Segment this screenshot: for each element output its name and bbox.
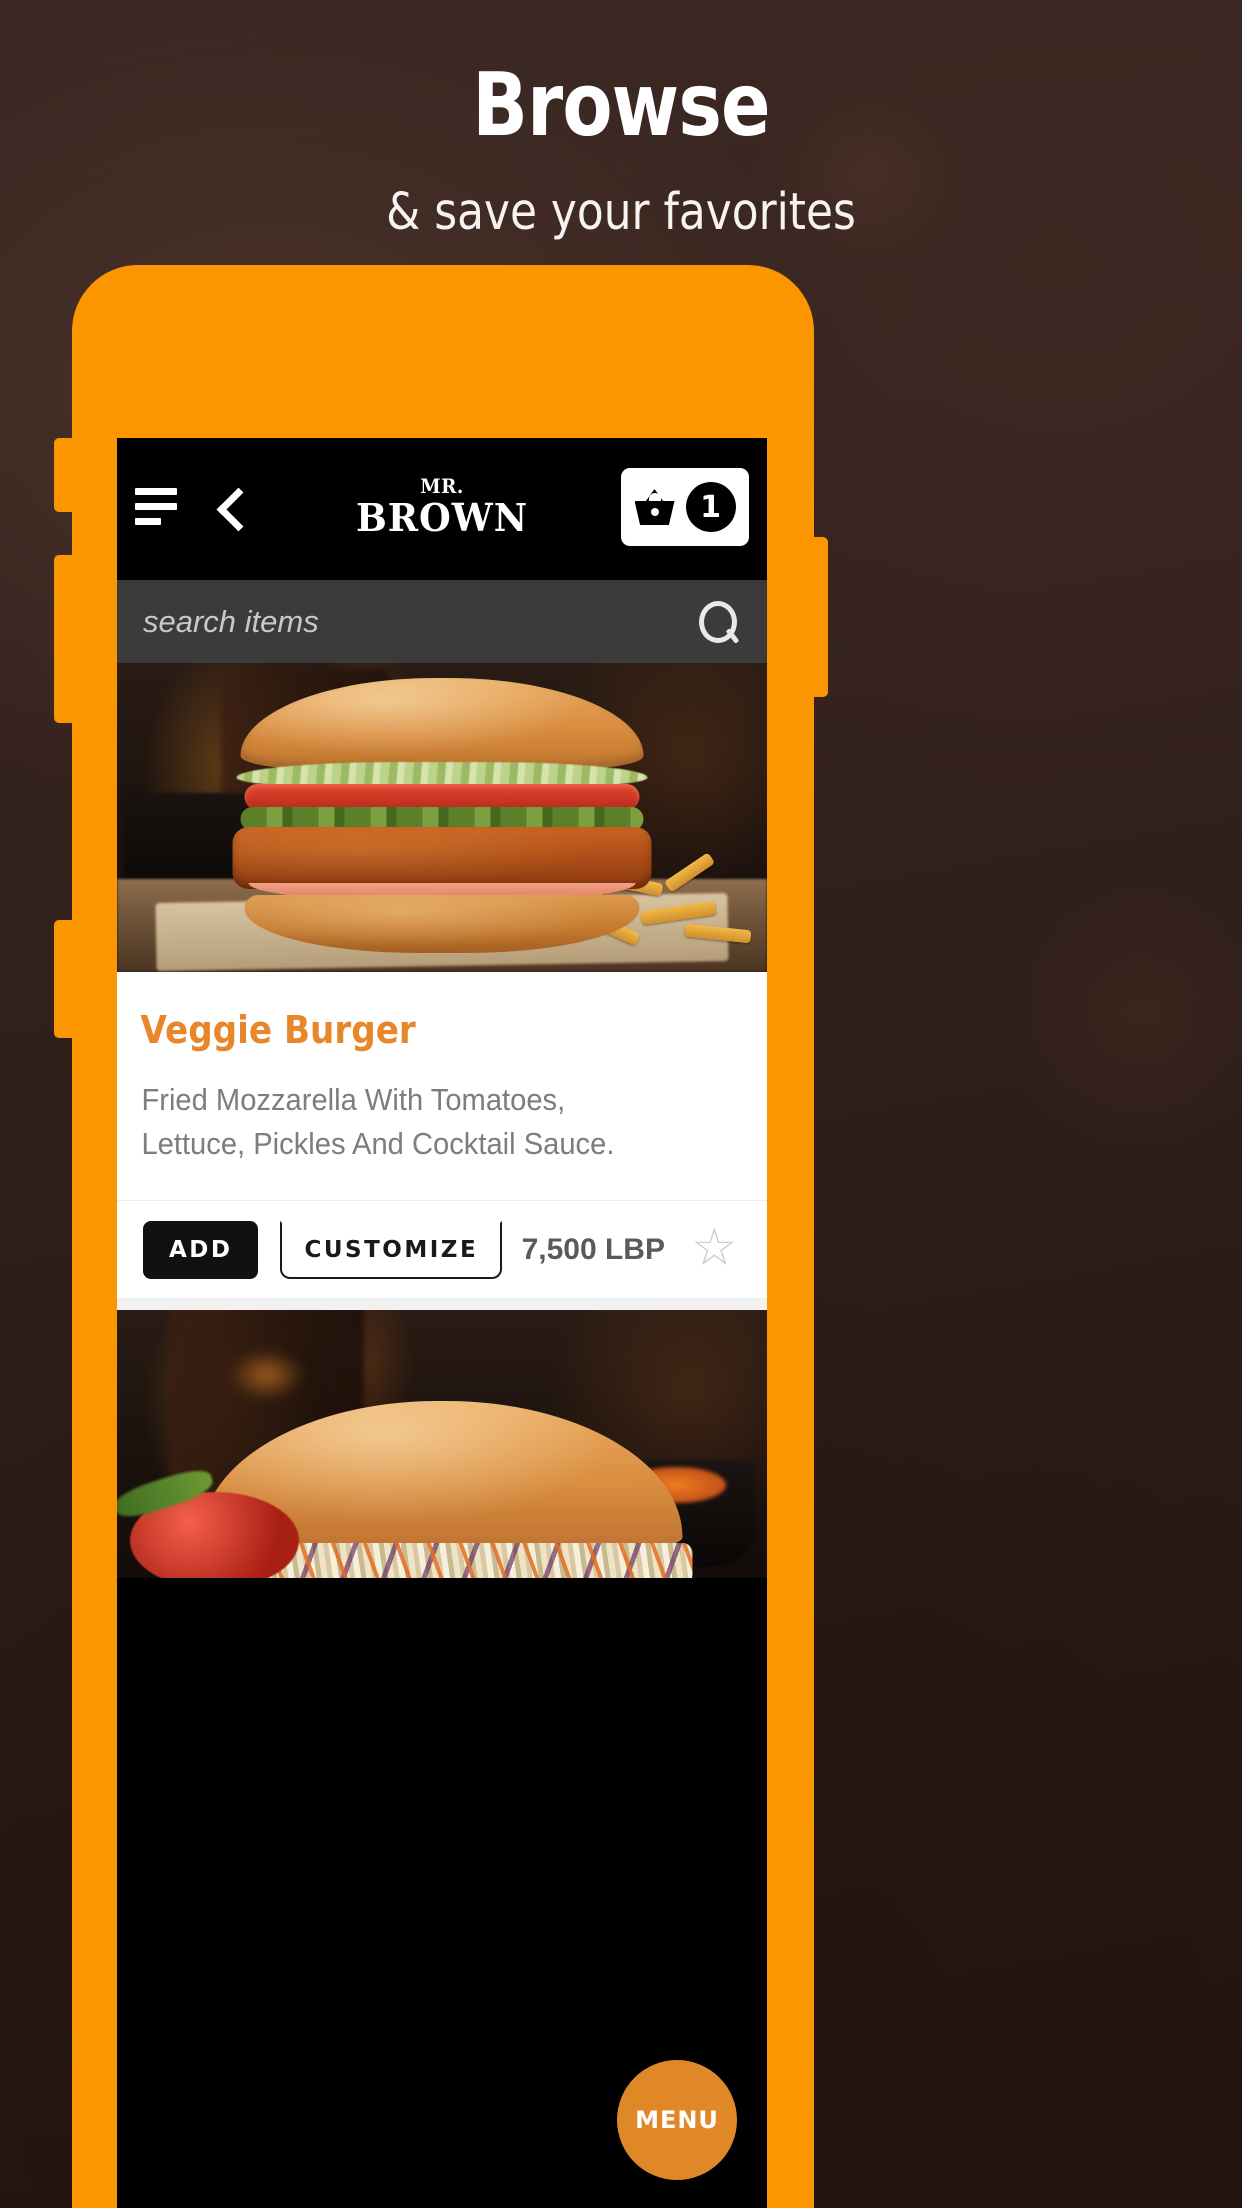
item-price: 7,500 LBP [521, 1232, 665, 1266]
hero-section: Browse & save your favorites [0, 0, 1242, 242]
star-outline-icon[interactable]: ☆ [691, 1222, 741, 1274]
chevron-left-icon[interactable] [209, 486, 253, 532]
search-bar[interactable] [117, 580, 767, 663]
search-icon[interactable] [695, 599, 741, 645]
item-image-next[interactable] [117, 1310, 767, 1579]
app-bar: MR. BROWN 1 [117, 438, 767, 580]
page-title: Browse [472, 54, 770, 156]
phone-side-button-volume [54, 555, 74, 723]
item-description: Fried Mozzarella With Tomatoes, Lettuce,… [141, 1082, 615, 1162]
cart-count-badge: 1 [685, 482, 736, 532]
add-button[interactable]: ADD [143, 1220, 259, 1279]
phone-screen: MR. BROWN 1 search items Veggie Burger F… [117, 438, 767, 2208]
phone-side-button-right [812, 537, 828, 697]
phone-side-button-top [54, 438, 74, 512]
customize-button[interactable]: CUSTOMIZE [280, 1220, 503, 1279]
item-image-veggie-burger[interactable] [117, 663, 767, 972]
burger-illustration [232, 678, 652, 954]
search-input[interactable] [143, 603, 695, 640]
shopping-basket-icon [634, 489, 675, 525]
menu-fab-button[interactable]: MENU [617, 2060, 737, 2180]
hamburger-icon[interactable] [135, 488, 177, 528]
item-action-row: ADD CUSTOMIZE 7,500 LBP ☆ [117, 1200, 767, 1299]
phone-side-button-power [54, 920, 74, 1038]
item-card-veggie-burger: Veggie Burger Fried Mozzarella With Toma… [117, 972, 767, 1299]
card-divider [117, 1298, 767, 1311]
phone-mockup-frame: MR. BROWN 1 search items Veggie Burger F… [54, 265, 828, 2208]
page-subtitle: & save your favorites [386, 183, 856, 242]
item-name: Veggie Burger [140, 1008, 416, 1052]
cart-button[interactable]: 1 [621, 468, 749, 546]
